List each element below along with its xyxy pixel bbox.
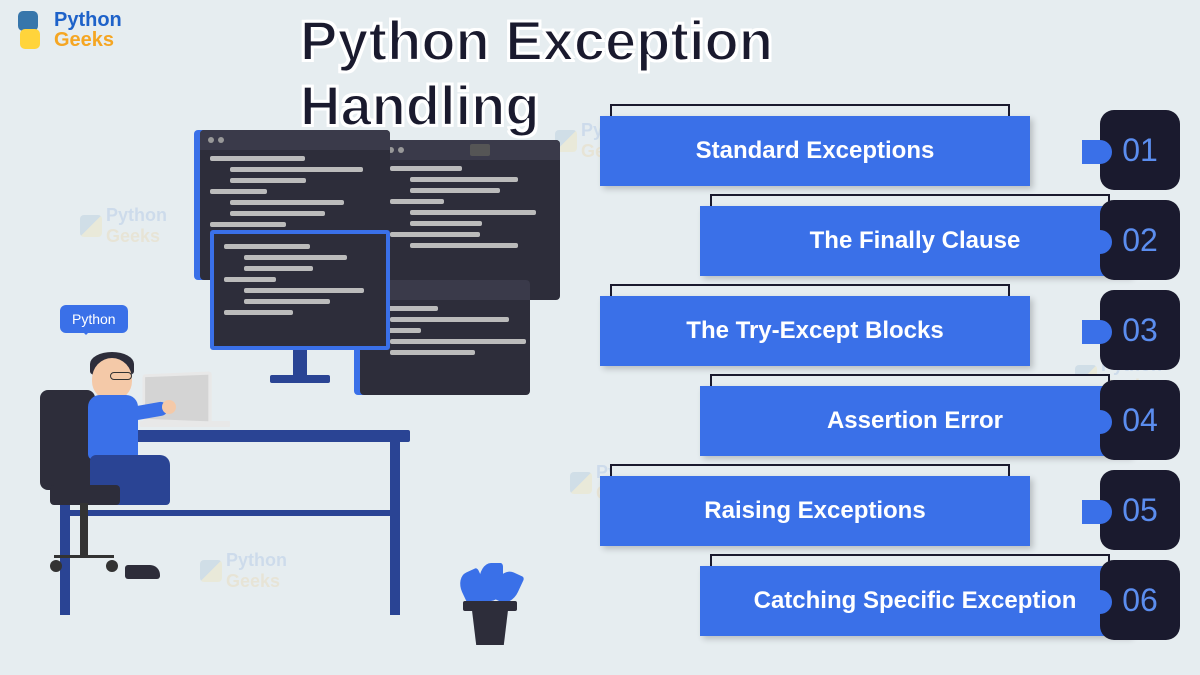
topic-bar: The Try-Except Blocks bbox=[600, 296, 1030, 366]
developer-person-icon bbox=[40, 350, 190, 600]
topic-label: The Try-Except Blocks bbox=[686, 317, 943, 345]
topic-label: Catching Specific Exception bbox=[754, 587, 1077, 615]
monitor-icon bbox=[210, 230, 390, 380]
topic-number: 05 bbox=[1100, 470, 1180, 550]
site-logo: Python Geeks bbox=[10, 10, 122, 50]
topic-item-1: Standard Exceptions 01 bbox=[600, 110, 1180, 188]
topic-number: 02 bbox=[1100, 200, 1180, 280]
topic-bar: Standard Exceptions bbox=[600, 116, 1030, 186]
speech-bubble: Python bbox=[60, 305, 128, 333]
topic-number: 06 bbox=[1100, 560, 1180, 640]
plant-icon bbox=[455, 530, 525, 645]
topic-number: 03 bbox=[1100, 290, 1180, 370]
topic-item-2: The Finally Clause 02 bbox=[700, 200, 1180, 278]
python-logo-icon bbox=[10, 11, 48, 49]
topic-bar: Raising Exceptions bbox=[600, 476, 1030, 546]
topic-item-3: The Try-Except Blocks 03 bbox=[600, 290, 1180, 368]
topic-label: Standard Exceptions bbox=[696, 137, 935, 165]
logo-word-geeks: Geeks bbox=[54, 29, 114, 51]
topic-label: Raising Exceptions bbox=[704, 497, 925, 525]
logo-word-python: Python bbox=[54, 9, 122, 31]
topic-item-5: Raising Exceptions 05 bbox=[600, 470, 1180, 548]
topic-number: 01 bbox=[1100, 110, 1180, 190]
logo-text: Python Geeks bbox=[54, 10, 122, 50]
topic-label: Assertion Error bbox=[827, 407, 1003, 435]
topic-bar: Catching Specific Exception bbox=[700, 566, 1130, 636]
topic-item-6: Catching Specific Exception 06 bbox=[700, 560, 1180, 638]
topic-bar: The Finally Clause bbox=[700, 206, 1130, 276]
topic-item-4: Assertion Error 04 bbox=[700, 380, 1180, 458]
topics-list: Standard Exceptions 01 The Finally Clause 0… bbox=[600, 110, 1180, 650]
code-window-icon bbox=[380, 140, 560, 300]
topic-label: The Finally Clause bbox=[810, 227, 1021, 255]
topic-bar: Assertion Error bbox=[700, 386, 1130, 456]
topic-number: 04 bbox=[1100, 380, 1180, 460]
